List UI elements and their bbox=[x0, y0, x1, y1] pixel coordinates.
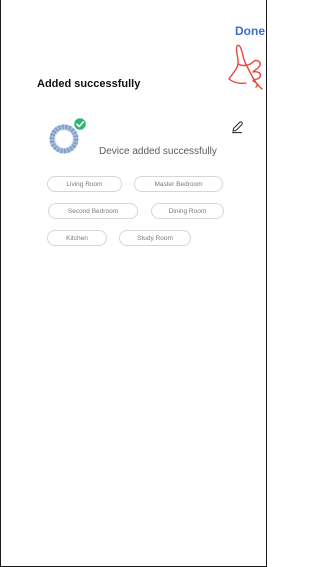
screen: Done Added successfully Device added suc… bbox=[0, 0, 267, 567]
room-chip-second-bedroom[interactable]: Second Bedroom bbox=[48, 203, 138, 219]
room-chip-study-room[interactable]: Study Room bbox=[119, 230, 191, 246]
device-ring-icon bbox=[49, 116, 88, 154]
page-title: Added successfully bbox=[37, 78, 141, 90]
room-chip-dining-room[interactable]: Dining Room bbox=[151, 203, 224, 219]
room-chip-living-room[interactable]: Living Room bbox=[47, 176, 122, 192]
pencil-icon[interactable] bbox=[230, 120, 244, 134]
room-chip-master-bedroom[interactable]: Master Bedroom bbox=[134, 176, 223, 192]
checkmark-icon bbox=[72, 116, 88, 132]
device-added-message: Device added successfully bbox=[99, 146, 217, 157]
room-chip-kitchen[interactable]: Kitchen bbox=[47, 230, 107, 246]
pointing-hand-annotation bbox=[228, 44, 263, 90]
